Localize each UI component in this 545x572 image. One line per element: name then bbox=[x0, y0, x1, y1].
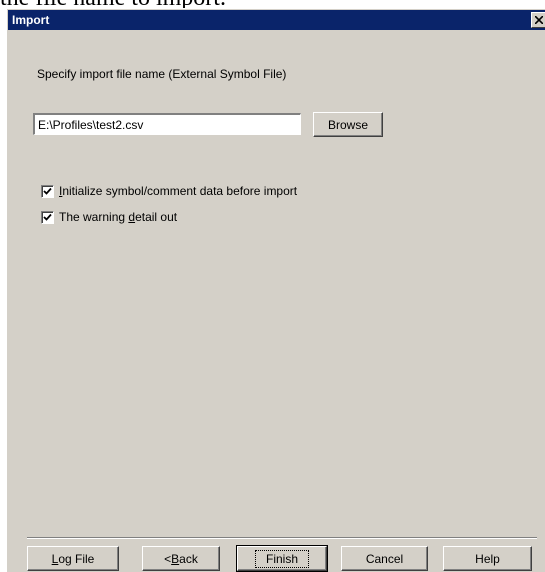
back-button[interactable]: <Back bbox=[142, 546, 220, 571]
close-button[interactable] bbox=[531, 12, 545, 28]
help-button-label: Help bbox=[475, 551, 500, 566]
title-bar[interactable]: Import bbox=[8, 10, 545, 30]
checkmark-icon bbox=[43, 213, 52, 221]
button-separator bbox=[27, 537, 537, 539]
finish-button-label: Finish bbox=[254, 549, 309, 568]
file-name-input[interactable] bbox=[33, 113, 301, 135]
import-dialog: Import Specify import file name (Externa… bbox=[6, 8, 545, 572]
back-button-label: <Back bbox=[164, 551, 198, 566]
browse-button[interactable]: Browse bbox=[313, 112, 383, 137]
log-file-button-label: Log File bbox=[51, 551, 95, 566]
close-icon bbox=[534, 16, 543, 24]
browse-button-label: Browse bbox=[327, 117, 368, 132]
help-button[interactable]: Help bbox=[443, 546, 532, 571]
cancel-button-label: Cancel bbox=[365, 551, 404, 566]
cancel-button[interactable]: Cancel bbox=[341, 546, 428, 571]
initialize-data-label[interactable]: Initialize symbol/comment data before im… bbox=[59, 184, 297, 199]
warning-detail-label[interactable]: The warning detail out bbox=[59, 210, 177, 225]
finish-button[interactable]: Finish bbox=[236, 545, 328, 572]
window-title: Import bbox=[12, 13, 50, 27]
initialize-data-checkbox[interactable] bbox=[41, 185, 54, 198]
warning-detail-checkbox[interactable] bbox=[41, 211, 54, 224]
checkmark-icon bbox=[43, 187, 52, 195]
import-prompt-label: Specify import file name (External Symbo… bbox=[37, 67, 287, 81]
log-file-button[interactable]: Log File bbox=[27, 546, 119, 571]
